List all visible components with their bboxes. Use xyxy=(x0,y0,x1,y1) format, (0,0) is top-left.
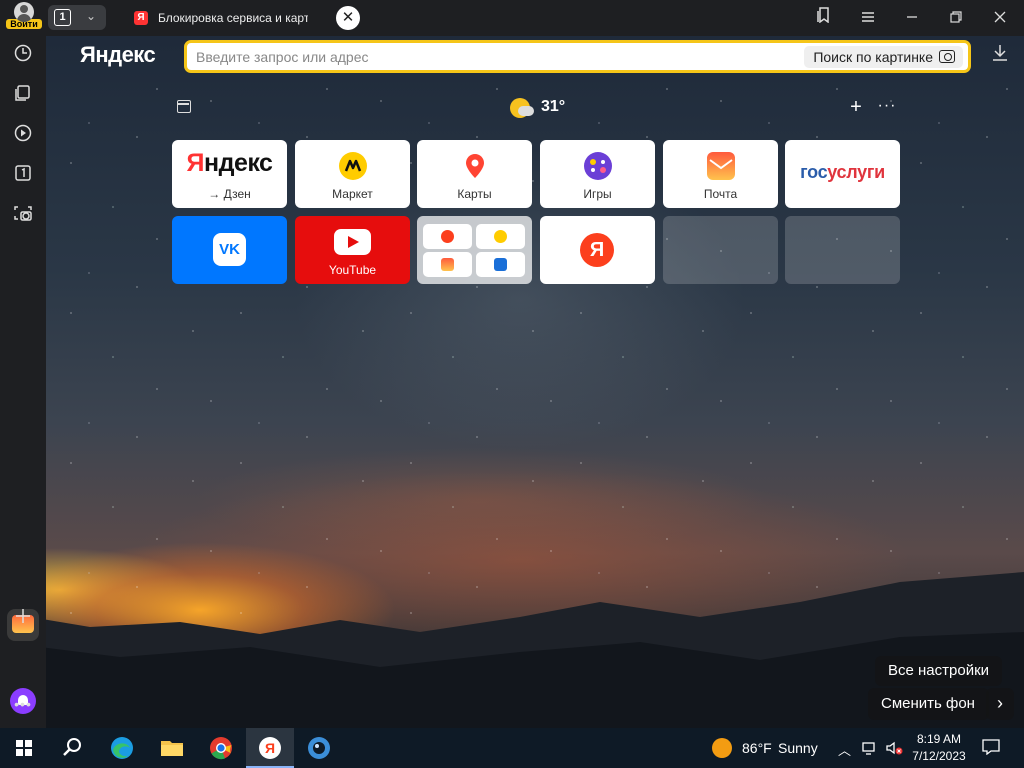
tile-yandex[interactable]: Я xyxy=(540,216,655,284)
search-input[interactable] xyxy=(196,47,776,67)
image-search-label: Поиск по картинке xyxy=(813,49,933,65)
minimize-button[interactable] xyxy=(892,0,932,36)
title-bar: Войти 1 ⌄ Я Блокировка сервиса и карт ✕ xyxy=(0,0,1024,36)
tile-group[interactable] xyxy=(417,216,532,284)
tile-vk[interactable]: VK xyxy=(172,216,287,284)
group-item-yandex xyxy=(423,224,472,249)
tile-empty-1[interactable] xyxy=(663,216,778,284)
notifications-icon[interactable] xyxy=(982,739,1000,758)
tab-count-button[interactable]: 1 ⌄ xyxy=(48,5,106,30)
vk-logo-icon: VK xyxy=(213,233,246,266)
blue-app-icon xyxy=(494,258,507,271)
windows-start-icon[interactable] xyxy=(0,728,48,768)
chevron-down-icon: ⌄ xyxy=(86,9,97,23)
login-button[interactable]: Войти xyxy=(6,2,42,34)
tile-label: → Дзен xyxy=(208,187,251,201)
cloud-icon xyxy=(518,106,534,116)
svg-text:Я: Я xyxy=(265,740,275,756)
change-background-button[interactable]: Сменить фон xyxy=(868,688,989,720)
tile-pochta[interactable]: Почта xyxy=(663,140,778,208)
tile-empty-2[interactable] xyxy=(785,216,900,284)
screenshot-camera-icon[interactable] xyxy=(11,204,35,228)
tile-label: Маркет xyxy=(332,187,373,201)
yandex-letter-icon: Я xyxy=(580,233,614,267)
tile-yandex-dzen[interactable]: Яндекс → Дзен xyxy=(172,140,287,208)
yandex-logo[interactable]: Яндекс xyxy=(80,42,156,68)
tile-label: Игры xyxy=(583,187,612,201)
search-icon[interactable] xyxy=(48,728,96,768)
add-app-plus-icon[interactable] xyxy=(11,608,35,632)
next-background-button[interactable]: › xyxy=(986,688,1014,720)
map-pin-icon xyxy=(461,152,489,180)
tile-label: Почта xyxy=(703,187,738,201)
tab-count: 1 xyxy=(54,9,71,26)
tab-active[interactable]: Я Блокировка сервиса и карт ✕ xyxy=(118,4,364,32)
left-sidebar: ••• xyxy=(0,36,46,728)
edge-browser-icon[interactable] xyxy=(98,728,146,768)
yandex-favicon-icon: Я xyxy=(134,11,148,25)
tabs-count-sidebar-icon[interactable] xyxy=(11,164,35,188)
more-options-button[interactable]: ··· xyxy=(876,97,898,119)
download-icon[interactable] xyxy=(988,44,1012,68)
chevron-up-icon[interactable]: ︿ xyxy=(838,740,851,759)
yandex-browser-taskbar-icon[interactable]: Я xyxy=(246,728,294,768)
user-avatar-icon xyxy=(14,2,34,22)
browser-window: Войти 1 ⌄ Я Блокировка сервиса и карт ✕ xyxy=(0,0,1024,768)
tile-market[interactable]: Маркет xyxy=(295,140,410,208)
weather-temperature: 31° xyxy=(541,98,566,115)
close-window-button[interactable] xyxy=(980,0,1020,36)
tab-title: Блокировка сервиса и карт xyxy=(158,11,308,25)
group-item-mail xyxy=(423,252,472,277)
file-explorer-icon[interactable] xyxy=(148,728,196,768)
collections-icon[interactable] xyxy=(11,84,35,108)
tile-label: Карты xyxy=(457,187,492,201)
gamepad-icon xyxy=(583,152,612,180)
image-search-button[interactable]: Поиск по картинке xyxy=(804,46,963,68)
menu-icon[interactable] xyxy=(848,0,888,36)
all-settings-button[interactable]: Все настройки xyxy=(875,656,1003,686)
tab-close-button[interactable]: ✕ xyxy=(336,6,360,30)
restore-button[interactable] xyxy=(936,0,976,36)
camera-icon xyxy=(939,50,955,63)
mail-envelope-icon xyxy=(706,152,735,180)
bookmarks-icon[interactable] xyxy=(804,0,844,36)
add-tile-button[interactable]: + xyxy=(845,97,867,119)
address-bar[interactable]: Поиск по картинке xyxy=(184,40,971,73)
network-icon[interactable] xyxy=(862,741,878,758)
volume-muted-icon[interactable] xyxy=(886,741,904,758)
chrome-icon[interactable] xyxy=(197,728,245,768)
market-icon xyxy=(338,152,367,180)
games-icon xyxy=(494,230,507,243)
taskbar-weather-temp[interactable]: 86°F xyxy=(742,740,772,756)
more-dots-icon[interactable]: ••• xyxy=(11,692,35,716)
youtube-play-icon xyxy=(334,229,371,255)
mail-icon xyxy=(441,258,454,271)
tile-gosuslugi[interactable]: госуслуги xyxy=(785,140,900,208)
clock-date: 7/12/2023 xyxy=(912,749,966,763)
tile-youtube[interactable]: YouTube xyxy=(295,216,410,284)
yandex-icon xyxy=(441,230,454,243)
gosuslugi-logo: госуслуги xyxy=(800,162,885,182)
history-clock-icon[interactable] xyxy=(11,44,35,68)
cards-gallery-icon[interactable] xyxy=(177,100,191,113)
weather-sun-icon[interactable] xyxy=(712,738,732,758)
tile-label: YouTube xyxy=(328,263,377,277)
tile-karty[interactable]: Карты xyxy=(417,140,532,208)
group-item-games xyxy=(476,224,525,249)
group-item-blue xyxy=(476,252,525,277)
app-lens-icon[interactable] xyxy=(295,728,343,768)
tile-igry[interactable]: Игры xyxy=(540,140,655,208)
video-play-icon[interactable] xyxy=(11,124,35,148)
taskbar-weather-text[interactable]: Sunny xyxy=(778,740,818,756)
taskbar-clock[interactable]: 8:19 AM 7/12/2023 xyxy=(908,731,970,765)
tile-yandex-logo: Яндекс xyxy=(186,149,273,177)
clock-time: 8:19 AM xyxy=(916,732,962,746)
